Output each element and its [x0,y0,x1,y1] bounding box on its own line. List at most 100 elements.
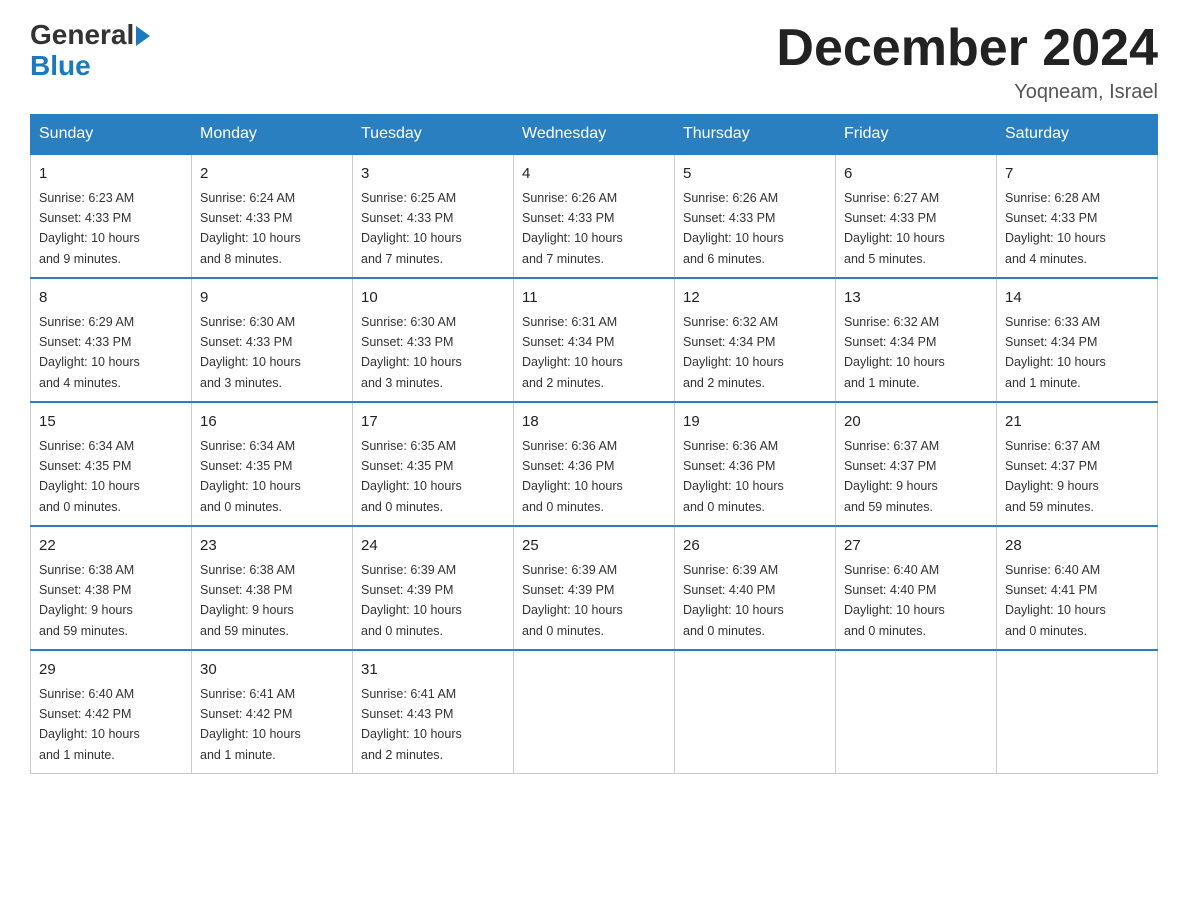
day-number: 1 [39,163,183,186]
day-number: 29 [39,659,183,682]
day-cell: 17 Sunrise: 6:35 AM Sunset: 4:35 PM Dayli… [353,402,514,526]
day-info: Sunrise: 6:40 AM Sunset: 4:41 PM Dayligh… [1005,563,1106,638]
day-cell: 14Sunrise: 6:33 AM Sunset: 4:34 PM Dayli… [997,278,1158,402]
day-cell: 2 Sunrise: 6:24 AM Sunset: 4:33 PM Daylig… [192,154,353,278]
day-info: Sunrise: 6:34 AM Sunset: 4:35 PM Dayligh… [39,439,140,514]
day-cell: 10 Sunrise: 6:30 AM Sunset: 4:33 PM Dayli… [353,278,514,402]
week-row-4: 22Sunrise: 6:38 AM Sunset: 4:38 PM Dayli… [31,526,1158,650]
day-info: Sunrise: 6:26 AM Sunset: 4:33 PM Dayligh… [522,191,623,266]
title-block: December 2024 Yoqneam, Israel [776,20,1158,104]
day-number: 8 [39,287,183,310]
day-info: Sunrise: 6:41 AM Sunset: 4:42 PM Dayligh… [200,687,301,762]
day-info: Sunrise: 6:33 AM Sunset: 4:34 PM Dayligh… [1005,315,1106,390]
day-number: 11 [522,287,666,310]
day-info: Sunrise: 6:26 AM Sunset: 4:33 PM Dayligh… [683,191,784,266]
day-cell: 16Sunrise: 6:34 AM Sunset: 4:35 PM Dayli… [192,402,353,526]
day-number: 27 [844,535,988,558]
day-cell: 31 Sunrise: 6:41 AM Sunset: 4:43 PM Dayli… [353,650,514,774]
logo-arrow-icon [136,26,150,46]
week-row-2: 8 Sunrise: 6:29 AM Sunset: 4:33 PM Daylig… [31,278,1158,402]
week-row-3: 15 Sunrise: 6:34 AM Sunset: 4:35 PM Dayli… [31,402,1158,526]
day-info: Sunrise: 6:31 AM Sunset: 4:34 PM Dayligh… [522,315,623,390]
logo-general-text: General [30,20,134,51]
day-cell: 3Sunrise: 6:25 AM Sunset: 4:33 PM Daylig… [353,154,514,278]
day-cell: 22Sunrise: 6:38 AM Sunset: 4:38 PM Dayli… [31,526,192,650]
day-cell: 29Sunrise: 6:40 AM Sunset: 4:42 PM Dayli… [31,650,192,774]
header-row: SundayMondayTuesdayWednesdayThursdayFrid… [31,115,1158,155]
calendar-body: 1 Sunrise: 6:23 AM Sunset: 4:33 PM Daylig… [31,154,1158,774]
logo: General Blue [30,20,150,82]
day-cell: 5Sunrise: 6:26 AM Sunset: 4:33 PM Daylig… [675,154,836,278]
day-number: 3 [361,163,505,186]
day-cell: 24Sunrise: 6:39 AM Sunset: 4:39 PM Dayli… [353,526,514,650]
day-cell: 30 Sunrise: 6:41 AM Sunset: 4:42 PM Dayli… [192,650,353,774]
header-cell-monday: Monday [192,115,353,155]
day-number: 17 [361,411,505,434]
day-info: Sunrise: 6:41 AM Sunset: 4:43 PM Dayligh… [361,687,462,762]
day-number: 20 [844,411,988,434]
day-number: 10 [361,287,505,310]
week-row-1: 1 Sunrise: 6:23 AM Sunset: 4:33 PM Daylig… [31,154,1158,278]
day-info: Sunrise: 6:28 AM Sunset: 4:33 PM Dayligh… [1005,191,1106,266]
day-cell: 4 Sunrise: 6:26 AM Sunset: 4:33 PM Daylig… [514,154,675,278]
day-cell [997,650,1158,774]
header-cell-tuesday: Tuesday [353,115,514,155]
logo-blue-text: Blue [30,51,150,82]
day-number: 15 [39,411,183,434]
day-cell: 1 Sunrise: 6:23 AM Sunset: 4:33 PM Daylig… [31,154,192,278]
day-number: 4 [522,163,666,186]
day-cell: 8 Sunrise: 6:29 AM Sunset: 4:33 PM Daylig… [31,278,192,402]
day-number: 30 [200,659,344,682]
day-number: 25 [522,535,666,558]
day-cell: 7 Sunrise: 6:28 AM Sunset: 4:33 PM Daylig… [997,154,1158,278]
day-number: 13 [844,287,988,310]
day-info: Sunrise: 6:35 AM Sunset: 4:35 PM Dayligh… [361,439,462,514]
day-number: 7 [1005,163,1149,186]
day-info: Sunrise: 6:29 AM Sunset: 4:33 PM Dayligh… [39,315,140,390]
day-cell: 23 Sunrise: 6:38 AM Sunset: 4:38 PM Dayli… [192,526,353,650]
day-number: 2 [200,163,344,186]
calendar-header: SundayMondayTuesdayWednesdayThursdayFrid… [31,115,1158,155]
day-info: Sunrise: 6:30 AM Sunset: 4:33 PM Dayligh… [361,315,462,390]
day-number: 23 [200,535,344,558]
day-info: Sunrise: 6:36 AM Sunset: 4:36 PM Dayligh… [522,439,623,514]
day-info: Sunrise: 6:32 AM Sunset: 4:34 PM Dayligh… [683,315,784,390]
day-number: 12 [683,287,827,310]
day-cell: 18Sunrise: 6:36 AM Sunset: 4:36 PM Dayli… [514,402,675,526]
day-info: Sunrise: 6:34 AM Sunset: 4:35 PM Dayligh… [200,439,301,514]
month-title: December 2024 [776,20,1158,77]
day-info: Sunrise: 6:23 AM Sunset: 4:33 PM Dayligh… [39,191,140,266]
day-info: Sunrise: 6:27 AM Sunset: 4:33 PM Dayligh… [844,191,945,266]
day-cell [675,650,836,774]
day-number: 9 [200,287,344,310]
page-header: General Blue December 2024 Yoqneam, Isra… [30,20,1158,104]
day-number: 31 [361,659,505,682]
day-number: 24 [361,535,505,558]
day-cell: 21Sunrise: 6:37 AM Sunset: 4:37 PM Dayli… [997,402,1158,526]
day-info: Sunrise: 6:39 AM Sunset: 4:39 PM Dayligh… [522,563,623,638]
day-cell: 12 Sunrise: 6:32 AM Sunset: 4:34 PM Dayli… [675,278,836,402]
day-cell: 26 Sunrise: 6:39 AM Sunset: 4:40 PM Dayli… [675,526,836,650]
day-cell: 9 Sunrise: 6:30 AM Sunset: 4:33 PM Daylig… [192,278,353,402]
day-info: Sunrise: 6:39 AM Sunset: 4:40 PM Dayligh… [683,563,784,638]
day-info: Sunrise: 6:40 AM Sunset: 4:40 PM Dayligh… [844,563,945,638]
day-cell: 19Sunrise: 6:36 AM Sunset: 4:36 PM Dayli… [675,402,836,526]
day-info: Sunrise: 6:37 AM Sunset: 4:37 PM Dayligh… [844,439,939,514]
day-info: Sunrise: 6:36 AM Sunset: 4:36 PM Dayligh… [683,439,784,514]
day-cell: 28 Sunrise: 6:40 AM Sunset: 4:41 PM Dayli… [997,526,1158,650]
header-cell-friday: Friday [836,115,997,155]
day-number: 26 [683,535,827,558]
day-info: Sunrise: 6:38 AM Sunset: 4:38 PM Dayligh… [200,563,295,638]
day-cell: 20 Sunrise: 6:37 AM Sunset: 4:37 PM Dayli… [836,402,997,526]
location-text: Yoqneam, Israel [776,81,1158,104]
day-info: Sunrise: 6:30 AM Sunset: 4:33 PM Dayligh… [200,315,301,390]
day-info: Sunrise: 6:24 AM Sunset: 4:33 PM Dayligh… [200,191,301,266]
day-number: 6 [844,163,988,186]
day-info: Sunrise: 6:37 AM Sunset: 4:37 PM Dayligh… [1005,439,1100,514]
header-cell-sunday: Sunday [31,115,192,155]
day-cell: 27 Sunrise: 6:40 AM Sunset: 4:40 PM Dayli… [836,526,997,650]
day-number: 28 [1005,535,1149,558]
day-info: Sunrise: 6:38 AM Sunset: 4:38 PM Dayligh… [39,563,134,638]
header-cell-thursday: Thursday [675,115,836,155]
calendar-table: SundayMondayTuesdayWednesdayThursdayFrid… [30,114,1158,774]
